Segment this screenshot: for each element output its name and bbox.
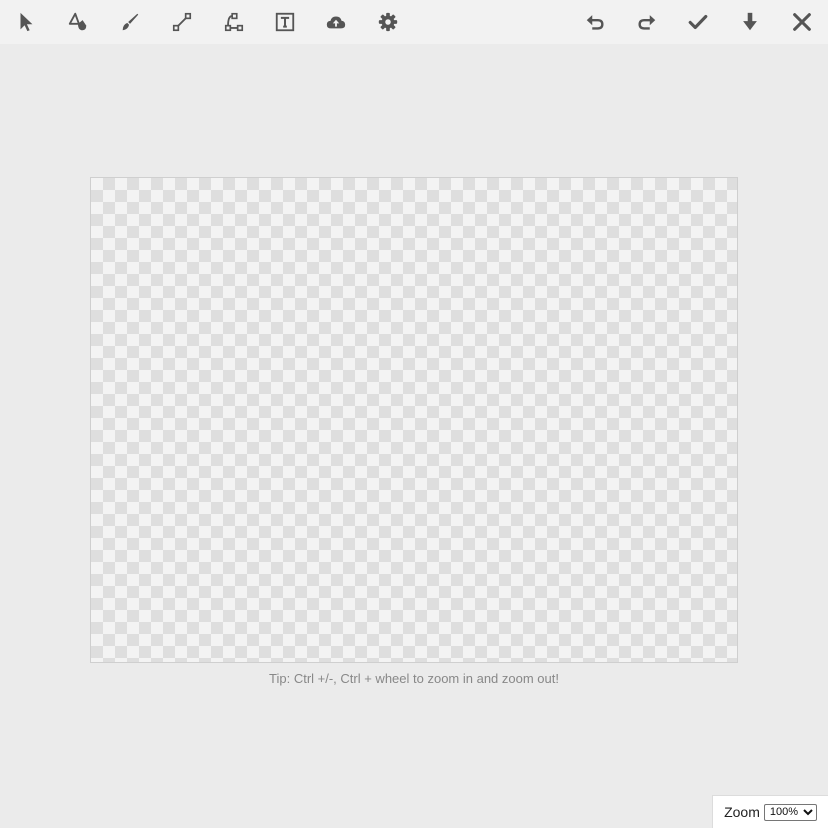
undo-button[interactable] <box>577 4 613 40</box>
upload-tool-button[interactable] <box>318 4 354 40</box>
zoom-control: Zoom 100% <box>712 795 828 828</box>
brush-tool-button[interactable] <box>112 4 148 40</box>
line-tool-button[interactable] <box>164 4 200 40</box>
fill-tool-button[interactable] <box>60 4 96 40</box>
settings-tool-button[interactable] <box>370 4 406 40</box>
toolbar <box>0 0 828 44</box>
close-icon <box>793 13 811 31</box>
confirm-button[interactable] <box>680 4 716 40</box>
curve-tool-button[interactable] <box>216 4 252 40</box>
image-editor: Tip: Ctrl +/-, Ctrl + wheel to zoom in a… <box>0 0 828 828</box>
paint-brush-icon <box>122 13 139 31</box>
zoom-label: Zoom <box>724 804 760 820</box>
drawing-canvas[interactable] <box>90 177 738 663</box>
redo-button[interactable] <box>629 4 665 40</box>
check-icon <box>688 14 708 30</box>
pointer-arrow-icon <box>20 12 33 32</box>
gear-icon <box>378 12 398 32</box>
zoom-tip: Tip: Ctrl +/-, Ctrl + wheel to zoom in a… <box>269 671 559 686</box>
download-arrow-icon <box>743 12 757 31</box>
text-box-icon <box>275 12 295 32</box>
bezier-curve-icon <box>224 12 244 32</box>
select-tool-button[interactable] <box>8 4 44 40</box>
download-button[interactable] <box>732 4 768 40</box>
zoom-select[interactable]: 100% <box>763 803 817 821</box>
redo-arrow-icon <box>638 15 656 30</box>
paint-bucket-icon <box>68 12 87 31</box>
cloud-upload-icon <box>326 16 346 29</box>
close-button[interactable] <box>784 4 820 40</box>
undo-arrow-icon <box>586 15 604 30</box>
text-tool-button[interactable] <box>267 4 303 40</box>
line-segment-icon <box>172 12 192 32</box>
